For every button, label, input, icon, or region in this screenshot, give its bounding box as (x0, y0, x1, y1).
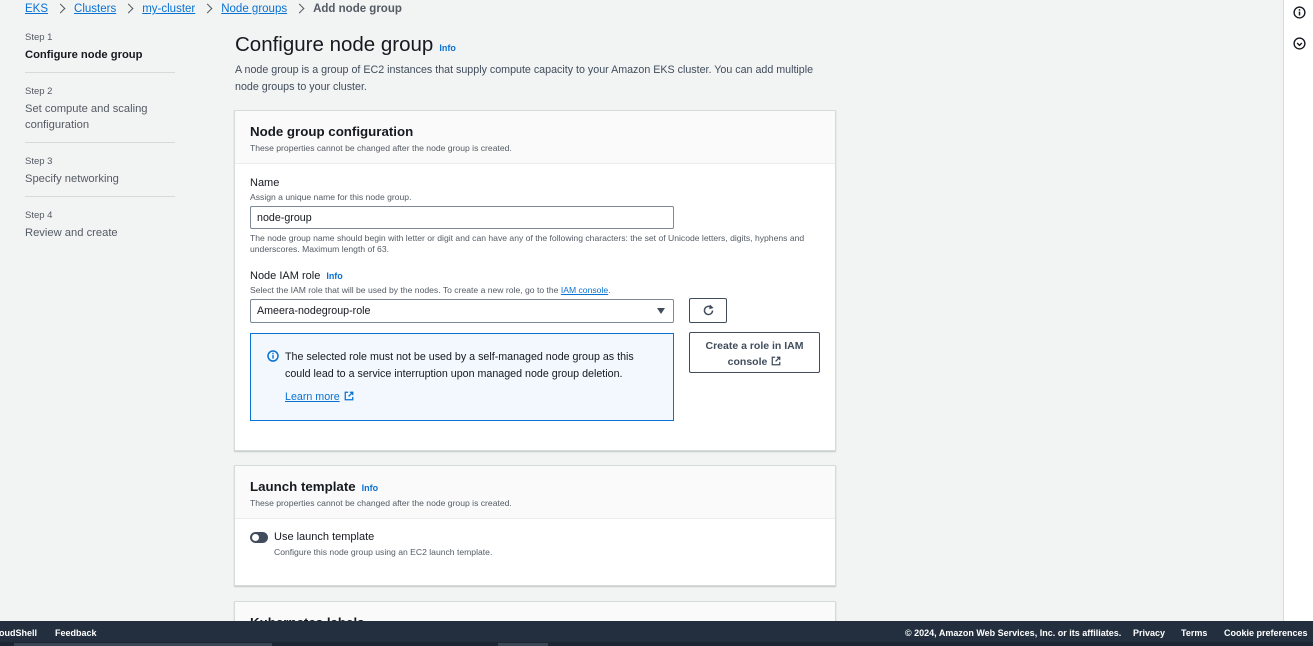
step-title: Configure node group (25, 49, 143, 61)
node-iam-role-label-text: Node IAM role (250, 270, 321, 282)
page-description: A node group is a group of EC2 instances… (235, 64, 814, 93)
chevron-right-icon (125, 3, 133, 15)
panel-title: Node group configuration (250, 124, 414, 139)
copyright-text: © 2024, Amazon Web Services, Inc. or its… (905, 628, 1122, 638)
node-group-config-panel: Node group configuration These propertie… (234, 110, 836, 451)
launch-template-info-link[interactable]: Info (362, 483, 379, 493)
role-info-alert: The selected role must not be used by a … (250, 333, 674, 421)
node-iam-role-select[interactable]: Ameera-nodegroup-role (250, 299, 674, 323)
learn-more-label: Learn more (285, 391, 340, 403)
breadcrumb-eks[interactable]: EKS (25, 3, 48, 15)
node-iam-role-description-text: Select the IAM role that will be used by… (250, 285, 559, 295)
name-constraint: The node group name should begin with le… (250, 233, 805, 254)
caret-down-icon (657, 308, 665, 314)
page-title: Configure node group Info (235, 33, 456, 57)
panel-title-text: Launch template (250, 479, 356, 494)
launch-template-panel: Launch template Info These properties ca… (234, 465, 836, 586)
breadcrumb-my-cluster[interactable]: my-cluster (142, 3, 195, 15)
step-3: Step 3 Specify networking (25, 156, 175, 197)
step-number: Step 1 (25, 32, 53, 43)
feedback-button[interactable]: Feedback (55, 628, 97, 638)
step-number: Step 3 (25, 156, 53, 167)
page-info-link[interactable]: Info (439, 43, 456, 53)
refresh-icon (703, 304, 714, 316)
info-circle-icon[interactable] (1293, 6, 1306, 19)
use-launch-template-label: Use launch template (274, 531, 375, 543)
wizard-steps: Step 1 Configure node group Step 2 Set c… (25, 32, 175, 263)
alert-text: The selected role must not be used by a … (285, 351, 634, 380)
node-iam-role-row: Ameera-nodegroup-role Create a role in I… (250, 298, 820, 373)
breadcrumb-current: Add node group (313, 3, 402, 15)
step-2: Step 2 Set compute and scaling configura… (25, 86, 175, 143)
create-role-button-label: Create a role in IAM console (705, 340, 804, 368)
notifications-icon[interactable] (1293, 37, 1306, 50)
panel-subtitle: These properties cannot be changed after… (250, 143, 512, 153)
console-footer: CloudShell Feedback © 2024, Amazon Web S… (0, 621, 1313, 646)
use-launch-template-toggle[interactable] (250, 531, 268, 543)
breadcrumb: EKS Clusters my-cluster Node groups Add … (25, 2, 402, 16)
panel-subtitle: These properties cannot be changed after… (250, 498, 512, 508)
step-1: Step 1 Configure node group (25, 32, 175, 73)
chevron-right-icon (296, 3, 304, 15)
panel-body: Name Assign a unique name for this node … (235, 164, 835, 434)
step-title: Set compute and scaling configuration (25, 103, 148, 131)
panel-body: Use launch template Configure this node … (235, 519, 835, 570)
page-title-text: Configure node group (235, 33, 434, 56)
node-iam-role-description-end: . (608, 285, 611, 295)
breadcrumb-node-groups[interactable]: Node groups (221, 3, 287, 15)
node-group-name-input[interactable] (250, 206, 674, 229)
external-link-icon (344, 391, 354, 401)
panel-title: Launch template Info (250, 479, 819, 494)
step-title: Specify networking (25, 173, 119, 185)
iam-console-link[interactable]: IAM console (561, 285, 608, 295)
refresh-roles-button[interactable] (689, 298, 727, 323)
step-title: Review and create (25, 227, 118, 239)
info-circle-icon (267, 350, 279, 362)
external-link-icon (771, 356, 781, 366)
step-4: Step 4 Review and create (25, 210, 175, 250)
node-iam-role-label: Node IAM role Info (250, 270, 820, 282)
step-number: Step 2 (25, 86, 53, 97)
use-launch-template-description: Configure this node group using an EC2 l… (274, 547, 493, 557)
name-label: Name (250, 177, 280, 189)
right-tools-rail (1283, 0, 1313, 621)
chevron-right-icon (57, 3, 65, 15)
node-iam-role-selected-value: Ameera-nodegroup-role (257, 305, 371, 317)
learn-more-link[interactable]: Learn more (285, 391, 354, 403)
cloudshell-button[interactable]: CloudShell (0, 628, 37, 638)
node-iam-role-description: Select the IAM role that will be used by… (250, 285, 820, 295)
create-role-in-iam-console-button[interactable]: Create a role in IAM console (689, 332, 820, 373)
use-launch-template-row: Use launch template (250, 531, 820, 543)
panel-header: Node group configuration These propertie… (235, 111, 835, 164)
cookie-preferences-link[interactable]: Cookie preferences (1224, 628, 1308, 638)
step-number: Step 4 (25, 210, 53, 221)
panel-header: Launch template Info These properties ca… (235, 466, 835, 519)
name-description: Assign a unique name for this node group… (250, 192, 412, 202)
breadcrumb-clusters[interactable]: Clusters (74, 3, 116, 15)
chevron-right-icon (204, 3, 212, 15)
node-iam-role-info-link[interactable]: Info (326, 271, 343, 281)
privacy-link[interactable]: Privacy (1133, 628, 1165, 638)
terms-link[interactable]: Terms (1181, 628, 1207, 638)
